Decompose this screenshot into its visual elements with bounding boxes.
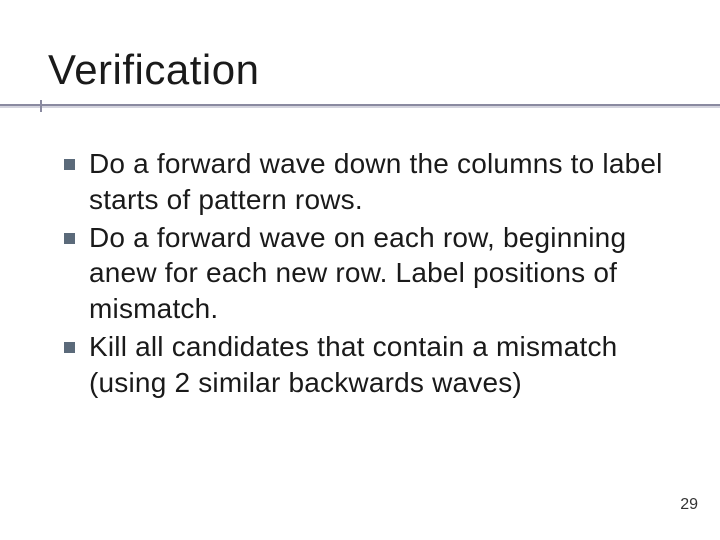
slide-title: Verification [48, 46, 672, 94]
title-rule-tick [40, 100, 42, 112]
list-item-text: Do a forward wave on each row, beginning… [89, 220, 664, 327]
title-block: Verification [48, 46, 672, 104]
list-item: Kill all candidates that contain a misma… [64, 329, 664, 401]
square-bullet-icon [64, 159, 75, 170]
list-item: Do a forward wave down the columns to la… [64, 146, 664, 218]
list-item-text: Do a forward wave down the columns to la… [89, 146, 664, 218]
content-area: Do a forward wave down the columns to la… [48, 146, 672, 401]
page-number: 29 [680, 496, 698, 514]
list-item-text: Kill all candidates that contain a misma… [89, 329, 664, 401]
slide: Verification Do a forward wave down the … [0, 0, 720, 540]
square-bullet-icon [64, 233, 75, 244]
title-rule-shadow [0, 106, 720, 108]
square-bullet-icon [64, 342, 75, 353]
list-item: Do a forward wave on each row, beginning… [64, 220, 664, 327]
